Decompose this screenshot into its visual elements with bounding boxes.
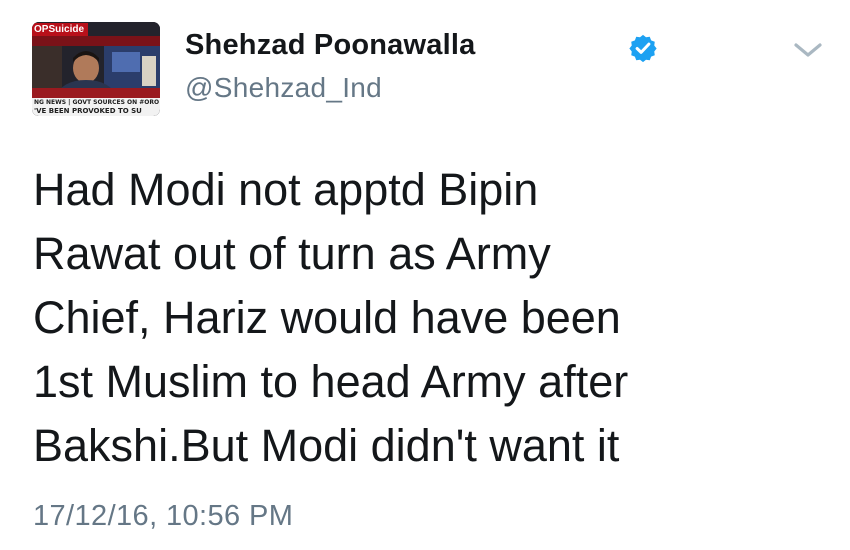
verified-badge-icon [629,34,657,63]
tweet-line: Chief, Hariz would have been [33,292,621,343]
avatar-hashtag-label: OPSuicide [32,23,89,36]
display-name[interactable]: Shehzad Poonawalla [185,29,475,62]
avatar[interactable]: OPSuicide NG NEWS | GOVT SOURCES ON #ORO… [32,22,160,116]
tweet-line: Bakshi.But Modi didn't want it [33,420,620,471]
tweet-line: Rawat out of turn as Army [33,228,551,279]
avatar-news-ticker: NG NEWS | GOVT SOURCES ON #ORO 'VE BEEN … [32,98,160,116]
user-handle[interactable]: @Shehzad_Ind [185,72,382,104]
tweet-timestamp[interactable]: 17/12/16, 10:56 PM [33,500,293,533]
tweet-text: Had Modi not apptd Bipin Rawat out of tu… [33,158,833,478]
avatar-ticker-line-2: 'VE BEEN PROVOKED TO SU [34,107,142,115]
tweet-line: 1st Muslim to head Army after [33,356,629,407]
avatar-ticker-line-1: NG NEWS | GOVT SOURCES ON #ORO [34,99,160,106]
tweet-line: Had Modi not apptd Bipin [33,164,539,215]
chevron-down-icon[interactable] [790,38,826,62]
